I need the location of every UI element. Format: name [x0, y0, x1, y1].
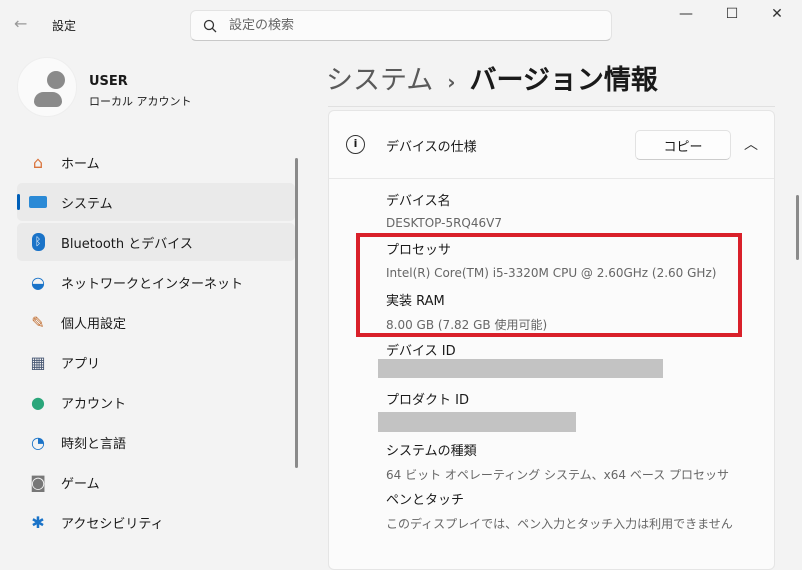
- spec-value: DESKTOP-5RQ46V7: [386, 216, 502, 230]
- spec-value: 64 ビット オペレーティング システム、x64 ベース プロセッサ: [386, 468, 730, 482]
- nav-item-network[interactable]: ◒ ネットワークとインターネット: [17, 263, 295, 301]
- divider: [329, 178, 774, 179]
- nav-item-accounts[interactable]: ● アカウント: [17, 383, 295, 421]
- nav-label: アプリ: [61, 356, 101, 372]
- home-icon: ⌂: [32, 152, 44, 172]
- close-button[interactable]: ✕: [757, 6, 797, 30]
- game-icon: ◙: [30, 472, 46, 492]
- copy-button[interactable]: コピー: [635, 130, 731, 160]
- maximize-button[interactable]: ☐: [712, 6, 752, 30]
- breadcrumb: システム › バージョン情報: [326, 58, 658, 97]
- spec-value: このディスプレイでは、ペン入力とタッチ入力は利用できません: [386, 517, 733, 531]
- breadcrumb-separator: ›: [447, 70, 456, 94]
- wifi-icon: ◒: [31, 272, 45, 292]
- nav-item-time-language[interactable]: ◔ 時刻と言語: [17, 423, 295, 461]
- spec-label: デバイス名: [386, 194, 451, 209]
- chevron-up-icon[interactable]: ︿: [744, 134, 758, 154]
- avatar-body: [34, 92, 62, 107]
- system-icon: [27, 191, 49, 213]
- divider: [328, 106, 775, 107]
- nav-label: アカウント: [61, 396, 127, 412]
- nav-label: システム: [61, 196, 113, 212]
- breadcrumb-parent[interactable]: システム: [326, 65, 433, 96]
- nav-item-system[interactable]: システム: [17, 183, 295, 221]
- nav-label: 時刻と言語: [61, 436, 127, 452]
- search-box[interactable]: [190, 10, 612, 41]
- card-title: デバイスの仕様: [386, 140, 477, 155]
- nav-label: ホーム: [61, 156, 100, 172]
- nav-item-accessibility[interactable]: ✱ アクセシビリティ: [17, 503, 295, 541]
- redacted-product-id: [378, 412, 576, 432]
- nav-label: ゲーム: [61, 476, 100, 492]
- highlight-box: [356, 233, 742, 337]
- redacted-device-id: [378, 359, 663, 378]
- bluetooth-icon: ᛒ: [27, 231, 49, 253]
- time-language-icon: ◔: [31, 432, 45, 452]
- page-title: バージョン情報: [469, 65, 658, 96]
- avatar-head: [47, 71, 65, 89]
- nav-item-personalization[interactable]: ✎ 個人用設定: [17, 303, 295, 341]
- apps-icon: ▦: [30, 352, 46, 372]
- spec-label: システムの種類: [386, 444, 477, 459]
- nav-label: Bluetooth とデバイス: [61, 236, 193, 252]
- sidebar-scrollbar[interactable]: [295, 158, 298, 468]
- minimize-button[interactable]: —: [666, 6, 706, 30]
- nav-item-gaming[interactable]: ◙ ゲーム: [17, 463, 295, 501]
- nav-label: ネットワークとインターネット: [61, 276, 244, 292]
- spec-label: ペンとタッチ: [386, 493, 465, 508]
- main-scrollbar[interactable]: [796, 195, 799, 260]
- user-name: USER: [89, 74, 128, 89]
- search-input[interactable]: [229, 18, 589, 33]
- nav-label: 個人用設定: [61, 316, 127, 332]
- account-icon: ●: [31, 392, 45, 412]
- account-type: ローカル アカウント: [89, 95, 192, 108]
- search-icon: [203, 19, 217, 32]
- back-button[interactable]: ←: [14, 14, 27, 33]
- brush-icon: ✎: [31, 312, 45, 332]
- nav-item-apps[interactable]: ▦ アプリ: [17, 343, 295, 381]
- nav-item-bluetooth[interactable]: ᛒ Bluetooth とデバイス: [17, 223, 295, 261]
- app-title: 設定: [52, 19, 77, 33]
- accessibility-icon: ✱: [31, 512, 45, 532]
- nav-item-home[interactable]: ⌂ ホーム: [17, 143, 295, 181]
- spec-label: デバイス ID: [386, 344, 456, 359]
- info-icon: i: [346, 135, 365, 154]
- nav-label: アクセシビリティ: [61, 516, 164, 532]
- avatar[interactable]: [17, 57, 77, 117]
- spec-label: プロダクト ID: [386, 393, 469, 408]
